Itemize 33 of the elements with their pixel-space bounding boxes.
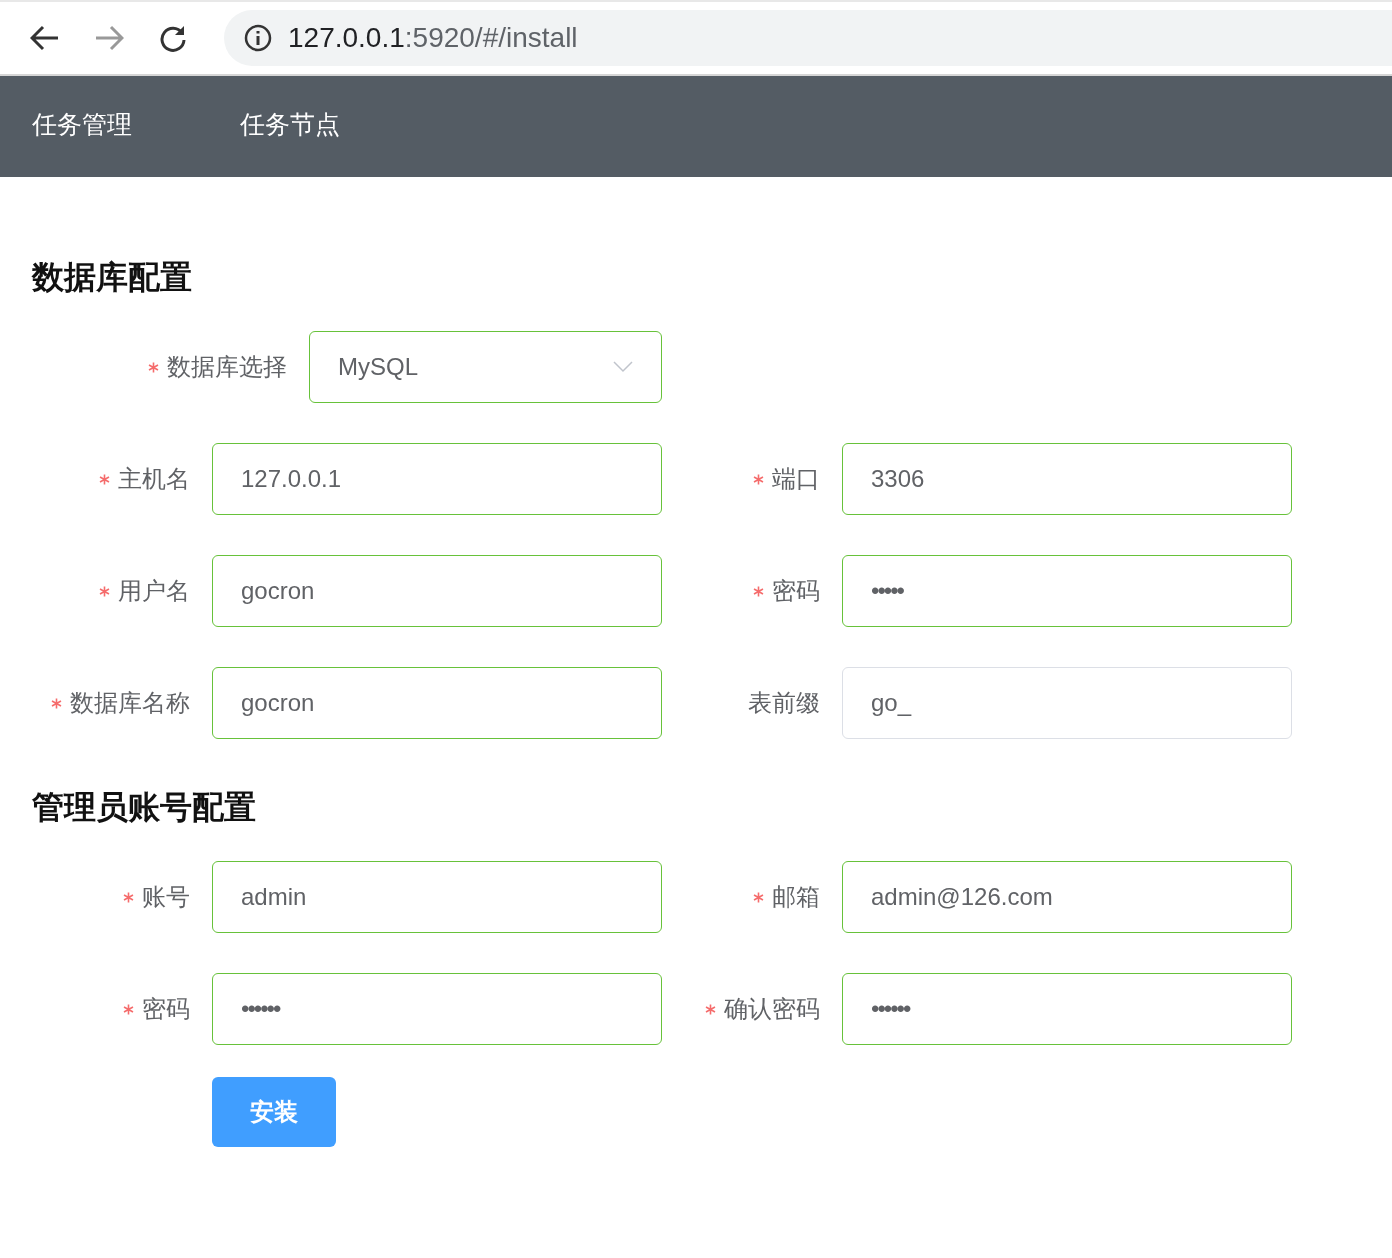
password-field[interactable]: ••••••: [842, 973, 1292, 1045]
select-field[interactable]: MySQL: [309, 331, 662, 403]
input-field[interactable]: admin: [212, 861, 662, 933]
info-icon[interactable]: [244, 24, 272, 52]
section-title: 数据库配置: [32, 258, 193, 297]
chevron-down-icon: [613, 361, 633, 373]
section-title: 管理员账号配置: [32, 788, 257, 827]
back-arrow-icon: [30, 25, 60, 51]
password-field[interactable]: ••••••: [212, 973, 662, 1045]
password-field[interactable]: •••••: [842, 555, 1292, 627]
address-bar[interactable]: 127.0.0.1:5920/#/install: [224, 10, 1392, 66]
input-field[interactable]: gocron: [212, 555, 662, 627]
forward-arrow-icon: [94, 25, 124, 51]
input-field[interactable]: go_: [842, 667, 1292, 739]
field-label: 密码: [142, 994, 191, 1024]
input-field[interactable]: admin@126.com: [842, 861, 1292, 933]
field-label: 邮箱: [772, 882, 821, 912]
field-label: 数据库名称: [70, 688, 191, 718]
field-label: 确认密码: [724, 994, 821, 1024]
input-field[interactable]: 3306: [842, 443, 1292, 515]
input-field[interactable]: 127.0.0.1: [212, 443, 662, 515]
field-label: 表前缀: [748, 688, 821, 718]
field-label: 密码: [772, 576, 821, 606]
field-label: 数据库选择: [167, 352, 288, 382]
url-text: 127.0.0.1:5920/#/install: [288, 21, 578, 55]
nav-tab[interactable]: 任务节点: [240, 76, 448, 177]
field-label: 用户名: [118, 576, 191, 606]
field-label: 端口: [772, 464, 821, 494]
field-label: 账号: [142, 882, 191, 912]
reload-icon: [159, 24, 187, 52]
input-field[interactable]: gocron: [212, 667, 662, 739]
field-label: 主机名: [118, 464, 191, 494]
nav-tab[interactable]: 任务管理: [32, 76, 240, 177]
